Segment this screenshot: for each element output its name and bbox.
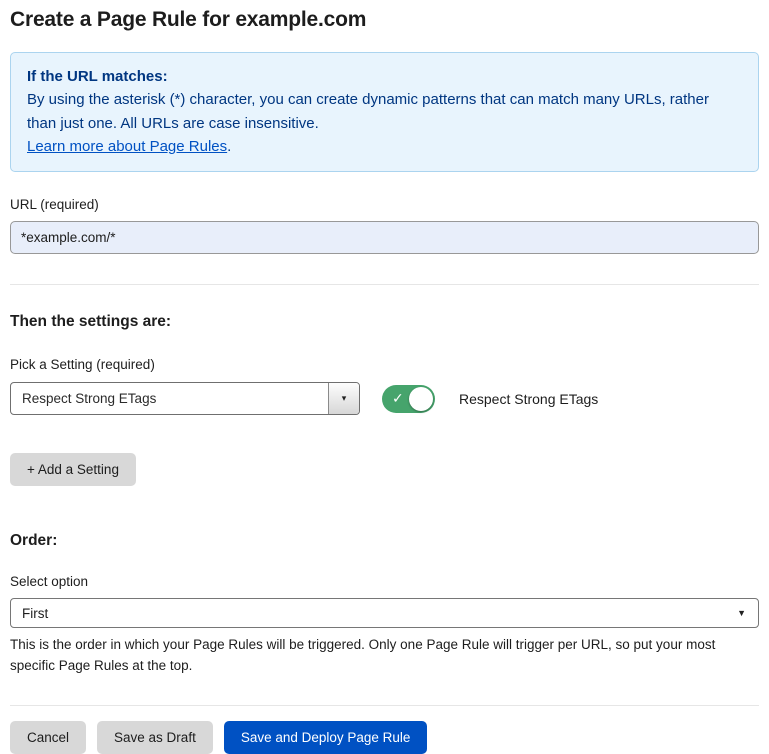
page-rule-form: Create a Page Rule for example.com If th… [10, 8, 759, 754]
pick-setting-label: Pick a Setting (required) [10, 357, 759, 372]
setting-row: Respect Strong ETags ▾ ✓ Respect Strong … [10, 382, 759, 415]
cancel-button[interactable]: Cancel [10, 721, 86, 754]
save-as-draft-button[interactable]: Save as Draft [97, 721, 213, 754]
order-section-heading: Order: [10, 532, 759, 550]
respect-strong-etags-toggle[interactable]: ✓ [382, 385, 435, 413]
toggle-label: Respect Strong ETags [459, 391, 598, 407]
url-match-info-box: If the URL matches: By using the asteris… [10, 52, 759, 172]
toggle-knob [409, 387, 433, 411]
setting-select-value: Respect Strong ETags [11, 391, 156, 406]
info-box-heading: If the URL matches: [27, 65, 742, 88]
order-select[interactable]: First ▼ [10, 598, 759, 628]
info-box-link-row: Learn more about Page Rules. [27, 135, 742, 158]
add-setting-button[interactable]: + Add a Setting [10, 453, 136, 486]
info-box-body: By using the asterisk (*) character, you… [27, 88, 742, 135]
setting-select[interactable]: Respect Strong ETags ▾ [10, 382, 360, 415]
setting-select-arrow-button[interactable]: ▾ [328, 383, 359, 414]
select-option-label: Select option [10, 574, 759, 589]
etags-toggle-group: ✓ Respect Strong ETags [382, 385, 598, 413]
save-and-deploy-button[interactable]: Save and Deploy Page Rule [224, 721, 428, 754]
page-title: Create a Page Rule for example.com [10, 8, 759, 32]
chevron-down-icon: ▾ [342, 394, 347, 403]
learn-more-link[interactable]: Learn more about Page Rules [27, 138, 227, 155]
footer-actions: Cancel Save as Draft Save and Deploy Pag… [10, 705, 759, 754]
url-input[interactable] [10, 221, 759, 254]
divider [10, 284, 759, 285]
check-icon: ✓ [392, 390, 404, 407]
link-period: . [227, 138, 231, 155]
order-help-text: This is the order in which your Page Rul… [10, 635, 759, 677]
url-label: URL (required) [10, 197, 759, 212]
order-select-value: First [22, 606, 48, 621]
settings-section-heading: Then the settings are: [10, 313, 759, 331]
chevron-down-icon: ▼ [737, 609, 746, 618]
